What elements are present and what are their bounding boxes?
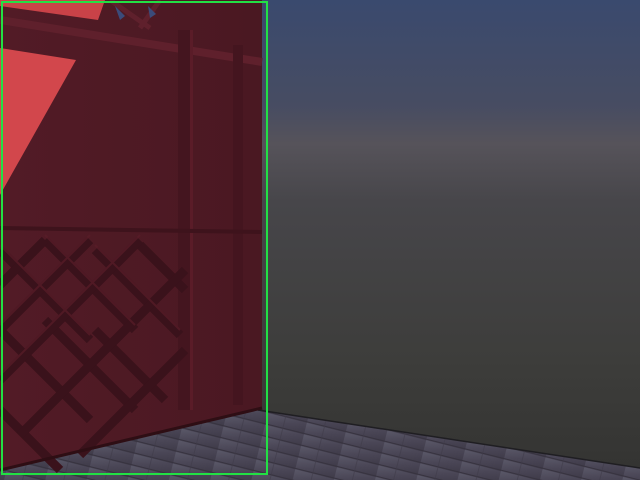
game-viewport[interactable] xyxy=(0,0,640,480)
scene-render xyxy=(0,0,640,480)
barn-post xyxy=(233,45,243,405)
